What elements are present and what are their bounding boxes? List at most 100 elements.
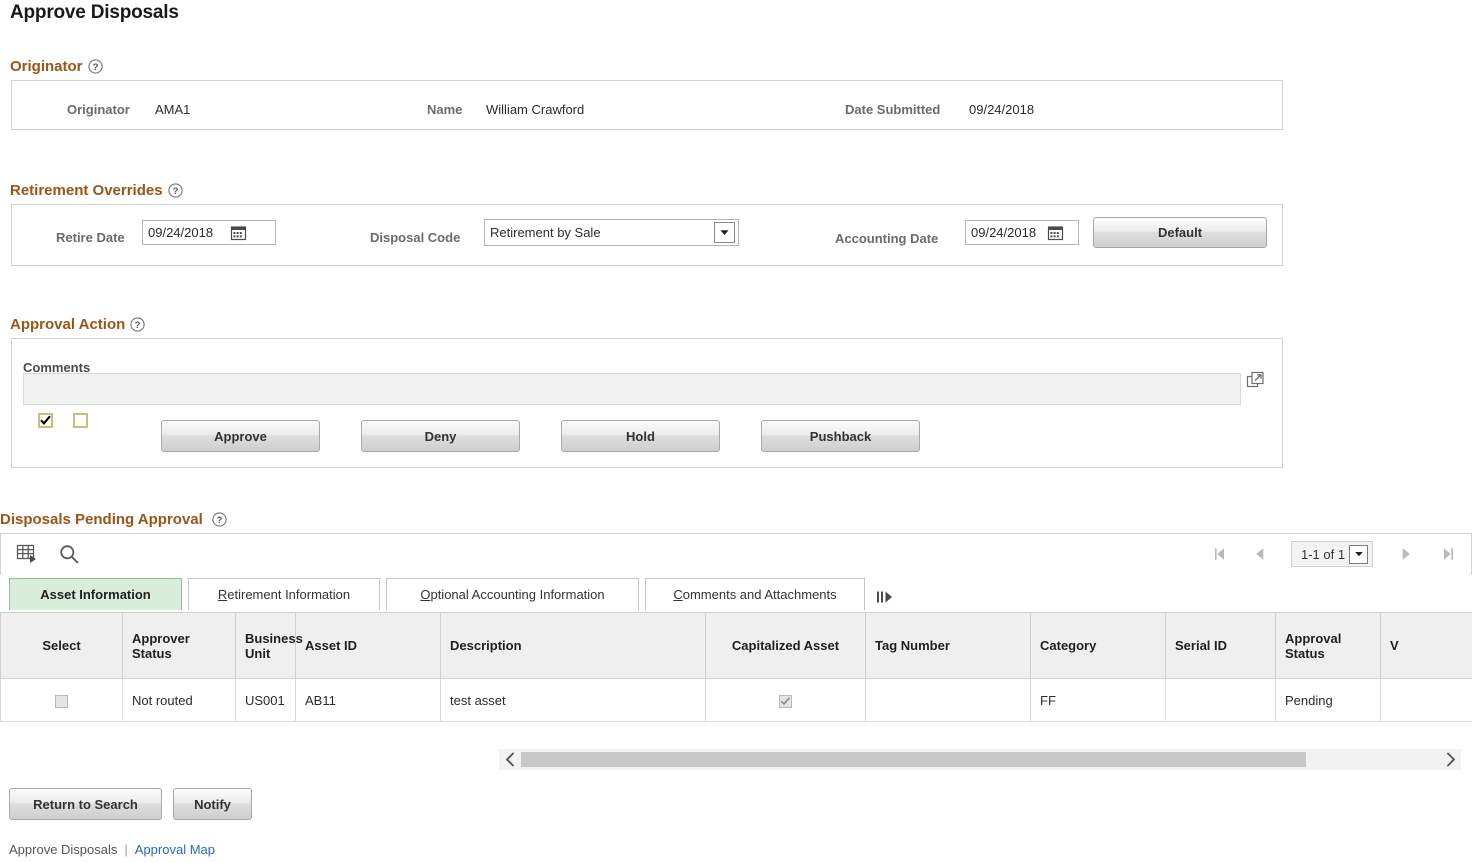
approve-button[interactable]: Approve — [161, 420, 320, 452]
grid-personalize-icon[interactable] — [16, 543, 40, 565]
approval-action-section-heading: Approval Action? — [10, 316, 145, 333]
name-field-label: Name — [427, 102, 463, 117]
retire-date-field[interactable] — [142, 220, 276, 245]
footer-separator: | — [124, 842, 128, 857]
notify-button[interactable]: Notify — [173, 788, 252, 820]
cell-approver-status: Not routed — [122, 678, 236, 722]
cell-asset-id: AB11 — [295, 678, 441, 722]
comments-input[interactable] — [23, 373, 1241, 405]
column-header-select[interactable]: Select — [0, 612, 123, 679]
cell-v — [1380, 678, 1472, 722]
scrollbar-track[interactable] — [521, 752, 1439, 767]
tab-retirement-information[interactable]: Retirement Information — [188, 578, 380, 610]
chevron-down-icon[interactable] — [714, 222, 735, 243]
cell-select[interactable] — [0, 678, 123, 722]
capitalized-asset-checkbox — [779, 694, 792, 708]
retire-date-label: Retire Date — [56, 230, 125, 245]
expand-window-icon[interactable] — [1246, 371, 1265, 390]
tab-asset-information[interactable]: Asset Information — [9, 578, 182, 610]
column-header-asset-id[interactable]: Asset ID — [295, 612, 441, 679]
search-icon[interactable] — [59, 544, 80, 565]
retire-date-input[interactable] — [148, 225, 226, 240]
footer-links: Approve Disposals | Approval Map — [9, 842, 215, 857]
cell-description: test asset — [440, 678, 706, 722]
show-next-tabs-icon[interactable] — [875, 584, 897, 610]
previous-page-icon[interactable] — [1249, 543, 1271, 565]
row-select-checkbox[interactable] — [55, 694, 68, 708]
column-header-tag-number[interactable]: Tag Number — [865, 612, 1031, 679]
column-header-approver-status[interactable]: Approver Status — [122, 612, 236, 679]
column-header-v[interactable]: V — [1380, 612, 1472, 679]
calendar-icon[interactable] — [1047, 224, 1064, 241]
first-page-icon[interactable] — [1209, 543, 1231, 565]
originator-field-value: AMA1 — [155, 102, 191, 117]
tab-optional-accounting-information[interactable]: Optional Accounting Information — [386, 578, 639, 610]
originator-section-heading: Originator? — [10, 58, 103, 75]
help-icon[interactable]: ? — [212, 511, 227, 527]
name-field-value: William Crawford — [486, 102, 585, 117]
table-horizontal-scrollbar[interactable] — [499, 749, 1461, 770]
grid-toolbar: 1-1 of 1 — [0, 533, 1472, 575]
originator-field-label: Originator — [67, 102, 130, 117]
column-header-capitalized-asset[interactable]: Capitalized Asset — [705, 612, 866, 679]
column-header-category[interactable]: Category — [1030, 612, 1166, 679]
disposal-code-select[interactable]: Retirement by Sale — [484, 219, 739, 246]
svg-text:?: ? — [172, 186, 178, 197]
help-icon[interactable]: ? — [130, 316, 145, 332]
column-header-description[interactable]: Description — [440, 612, 706, 679]
disposal-code-label: Disposal Code — [370, 230, 461, 245]
date-submitted-label: Date Submitted — [845, 102, 941, 117]
tab-comments-attachments-label: omments and Attachments — [682, 587, 837, 602]
disposals-table: Select Approver Status Business Unit Ass… — [0, 612, 1472, 722]
grid-pager: 1-1 of 1 — [1209, 541, 1459, 567]
column-header-business-unit[interactable]: Business Unit — [235, 612, 303, 679]
disposal-code-value: Retirement by Sale — [490, 225, 601, 240]
table-header-row: Select Approver Status Business Unit Ass… — [0, 612, 1472, 679]
svg-text:?: ? — [216, 515, 222, 526]
svg-text:?: ? — [135, 320, 141, 331]
next-page-icon[interactable] — [1395, 543, 1417, 565]
retirement-overrides-heading-text: Retirement Overrides — [10, 182, 163, 199]
default-button[interactable]: Default — [1093, 217, 1267, 248]
deny-button[interactable]: Deny — [361, 420, 520, 452]
retirement-overrides-section-heading: Retirement Overrides? — [10, 182, 183, 199]
tab-optional-accounting-label: ptional Accounting Information — [430, 587, 605, 602]
cell-serial-id — [1165, 678, 1276, 722]
page-title: Approve Disposals — [10, 2, 179, 23]
disposals-heading-text: Disposals Pending Approval — [0, 511, 203, 528]
footer-link-current: Approve Disposals — [9, 842, 118, 857]
approval-action-checkbox-2[interactable] — [73, 413, 88, 428]
pushback-button[interactable]: Pushback — [761, 420, 920, 452]
chevron-down-icon[interactable] — [1349, 544, 1369, 564]
accounting-date-label: Accounting Date — [835, 231, 939, 246]
column-header-approval-status[interactable]: Approval Status — [1275, 612, 1381, 679]
scrollbar-thumb[interactable] — [521, 752, 1306, 767]
scroll-right-icon[interactable] — [1439, 749, 1461, 771]
last-page-icon[interactable] — [1437, 543, 1459, 565]
date-submitted-value: 09/24/2018 — [969, 102, 1035, 117]
approval-action-checkbox-1[interactable] — [38, 413, 53, 428]
hold-button[interactable]: Hold — [561, 420, 720, 452]
column-header-serial-id[interactable]: Serial ID — [1165, 612, 1276, 679]
approval-map-link[interactable]: Approval Map — [135, 842, 215, 857]
cell-capitalized-asset — [705, 678, 866, 722]
tab-asset-information-label: Asset Information — [40, 587, 151, 602]
tab-comments-attachments-accesskey: C — [673, 587, 683, 602]
help-icon[interactable]: ? — [167, 182, 183, 198]
page-range-label: 1-1 of 1 — [1301, 546, 1346, 562]
approval-action-groupbox: Comments Approve Deny Hold Pushback — [11, 338, 1283, 468]
calendar-icon[interactable] — [230, 224, 247, 241]
cell-business-unit: US001 — [235, 678, 296, 722]
page-range-box[interactable]: 1-1 of 1 — [1291, 541, 1374, 567]
svg-text:?: ? — [92, 62, 98, 73]
scroll-left-icon[interactable] — [499, 749, 521, 771]
retirement-overrides-groupbox: Retire Date Disposal Code Retirement by … — [11, 204, 1283, 266]
help-icon[interactable]: ? — [87, 58, 103, 74]
accounting-date-input[interactable] — [971, 225, 1043, 240]
originator-heading-text: Originator — [10, 58, 83, 75]
approval-action-heading-text: Approval Action — [10, 316, 126, 333]
tab-retirement-information-accesskey: R — [217, 587, 228, 602]
return-to-search-button[interactable]: Return to Search — [9, 788, 162, 820]
accounting-date-field[interactable] — [965, 220, 1079, 245]
tab-comments-and-attachments[interactable]: Comments and Attachments — [645, 578, 865, 610]
